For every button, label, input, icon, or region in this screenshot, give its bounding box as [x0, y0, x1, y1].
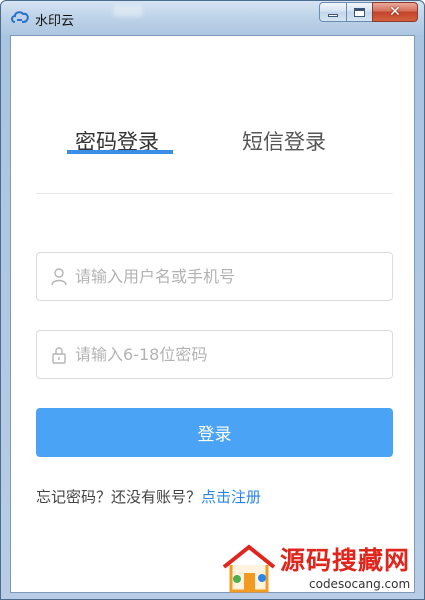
tab-divider [36, 193, 393, 194]
login-panel: 密码登录 短信登录 登录 忘记密码？还没有账号？点击注册 [10, 35, 415, 593]
title-bar[interactable]: 水印云 ✕ [1, 1, 424, 35]
active-tab-indicator [67, 150, 173, 154]
blurred-title-artifact [113, 5, 143, 17]
window-controls: ✕ [319, 2, 418, 23]
maximize-icon [354, 7, 365, 17]
password-field[interactable] [36, 330, 393, 379]
lock-icon [52, 347, 66, 364]
maximize-button[interactable] [346, 2, 372, 22]
password-input[interactable] [75, 331, 385, 378]
house-logo-icon [222, 544, 276, 593]
close-icon: ✕ [389, 4, 401, 20]
app-window: 水印云 ✕ 密码登录 短信登录 请输入用户名或手机号 登录 忘记密码？还没有账号… [0, 0, 425, 600]
close-button[interactable]: ✕ [372, 2, 418, 22]
login-button[interactable]: 登录 [36, 408, 393, 457]
user-icon [51, 268, 67, 286]
tab-sms-login[interactable]: 短信登录 [242, 126, 326, 156]
site-watermark: 源码搜藏网 codesocang.com [214, 537, 424, 599]
minimize-button[interactable] [319, 2, 346, 22]
watermark-site-name: 源码搜藏网 [280, 546, 411, 575]
forgot-password-link[interactable]: 忘记密码？ [36, 488, 111, 506]
watermark-url: codesocang.com [309, 577, 411, 591]
no-account-text: 还没有账号？ [111, 488, 202, 506]
register-link[interactable]: 点击注册 [201, 488, 261, 506]
cloud-logo-icon [11, 11, 29, 23]
username-field[interactable] [36, 252, 393, 301]
username-input[interactable] [75, 253, 385, 300]
account-links: 忘记密码？还没有账号？点击注册 [36, 486, 261, 507]
window-title: 水印云 [35, 14, 75, 29]
minimize-icon [328, 14, 338, 17]
